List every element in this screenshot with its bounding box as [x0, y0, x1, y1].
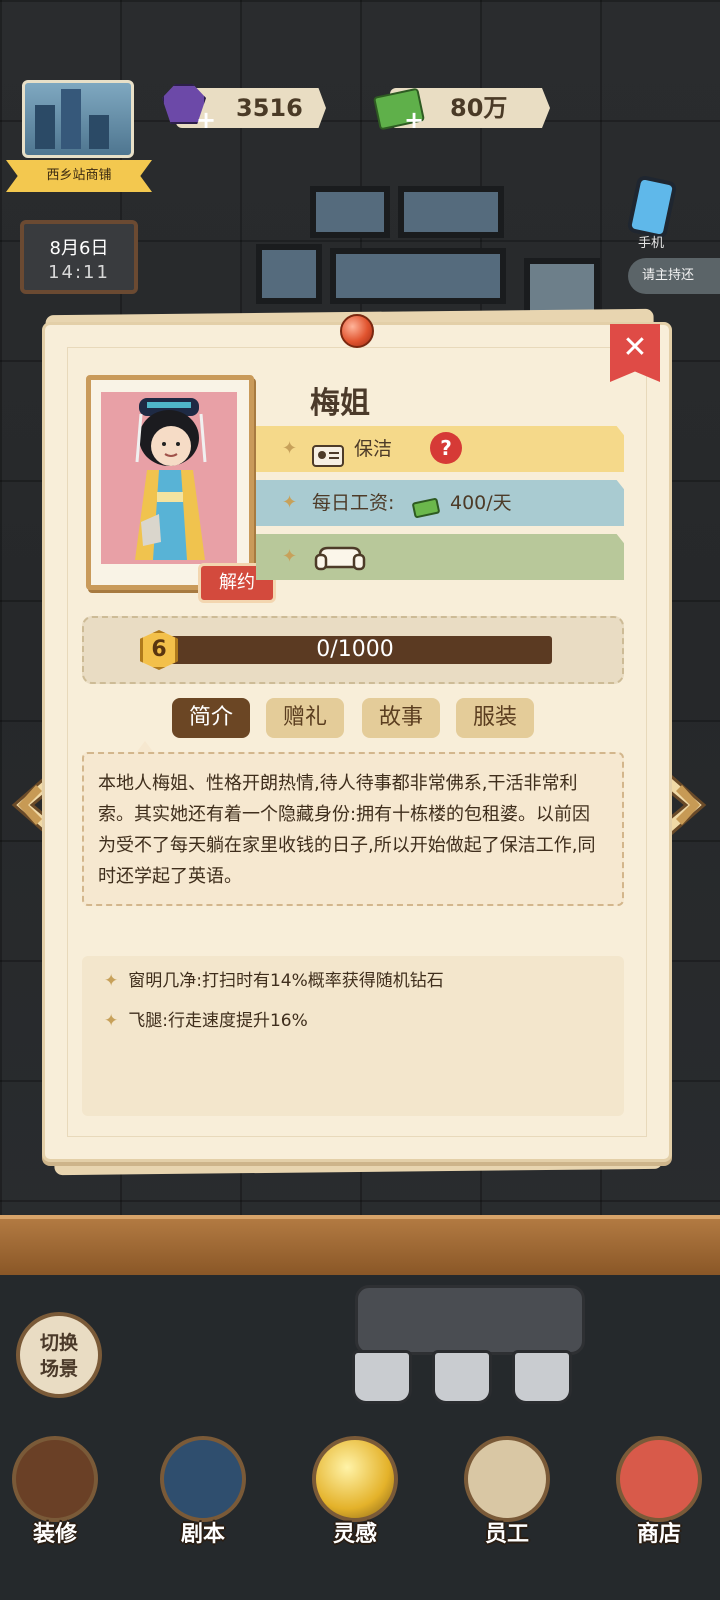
- pushpin-icon: [340, 314, 374, 348]
- nav-inspiration[interactable]: 灵感: [300, 1420, 410, 1570]
- nav-script[interactable]: 剧本: [148, 1420, 258, 1570]
- building-icon: [35, 105, 55, 149]
- shop-icon: [616, 1436, 702, 1522]
- exp-text: 0/1000: [316, 637, 394, 662]
- location-banner: 西乡站商铺: [6, 160, 152, 192]
- character-avatar-icon: [135, 398, 207, 560]
- trait-text: 飞腿:行走速度提升16%: [128, 1011, 308, 1031]
- sparkle-icon: ✦: [282, 492, 298, 513]
- nav-label: 剧本: [180, 1522, 225, 1547]
- traits-panel: ✦ 窗明几净:打扫时有14%概率获得随机钻石 ✦ 飞腿:行走速度提升16%: [82, 956, 624, 1116]
- nav-label: 灵感: [332, 1522, 377, 1547]
- tab-intro[interactable]: 简介: [172, 698, 250, 738]
- intro-text: 本地人梅姐、性格开朗热情,待人待事都非常佛系,干活非常利索。其实她还有着一个隐藏…: [98, 773, 596, 887]
- sparkle-icon: ✦: [282, 546, 298, 567]
- wage-ribbon: ✦ 每日工资: 400/天: [256, 480, 624, 526]
- help-icon[interactable]: ?: [430, 432, 462, 464]
- intro-panel: 本地人梅姐、性格开朗热情,待人待事都非常佛系,干活非常利索。其实她还有着一个隐藏…: [82, 752, 624, 906]
- switch-scene-line1: 切换: [39, 1332, 78, 1354]
- trait-text: 窗明几净:打扫时有14%概率获得随机钻石: [128, 971, 444, 991]
- tab-gift[interactable]: 赠礼: [266, 698, 344, 738]
- chair: [352, 1350, 412, 1404]
- wage-label: 每日工资:: [312, 492, 395, 514]
- chair: [512, 1350, 572, 1404]
- character-name: 梅姐: [310, 386, 370, 421]
- staff-card-icon: [464, 1436, 550, 1522]
- sparkle-icon: ✦: [104, 971, 119, 991]
- job-title: 保洁: [354, 438, 393, 460]
- character-portrait: [86, 375, 254, 590]
- sparkle-icon: ✦: [104, 1011, 119, 1031]
- store-thumbnail[interactable]: [22, 80, 134, 158]
- nav-decorate[interactable]: 装修: [0, 1420, 110, 1570]
- furniture-ribbon: ✦: [256, 534, 624, 580]
- gem-count: 3516: [236, 94, 303, 122]
- phone-label: 手机: [638, 236, 665, 251]
- time-text: 14:11: [48, 262, 110, 283]
- meeting-table: [355, 1285, 585, 1355]
- trait-item: ✦ 窗明几净:打扫时有14%概率获得随机钻石: [104, 966, 444, 991]
- cash-amount: 80万: [450, 94, 508, 122]
- portrait-background: [101, 392, 237, 564]
- nav-label: 装修: [32, 1522, 77, 1547]
- bulb-icon: [312, 1436, 398, 1522]
- date-text: 8月6日: [49, 238, 109, 259]
- nav-label: 员工: [484, 1522, 529, 1547]
- nav-label: 商店: [636, 1522, 681, 1547]
- close-icon: ✕: [622, 330, 648, 365]
- wall-picture: [310, 186, 390, 238]
- switch-scene-line2: 场景: [39, 1358, 78, 1380]
- nav-staff[interactable]: 员工: [452, 1420, 562, 1570]
- add-gems-icon[interactable]: +: [196, 106, 216, 134]
- notification-bubble[interactable]: 请主持还: [628, 258, 720, 294]
- trait-item: ✦ 飞腿:行走速度提升16%: [104, 1006, 308, 1031]
- wall-picture: [398, 186, 504, 238]
- chair: [432, 1350, 492, 1404]
- wage-value: 400/天: [450, 492, 512, 514]
- book-icon: [160, 1436, 246, 1522]
- house-icon: [12, 1436, 98, 1522]
- building-icon: [89, 115, 109, 149]
- wooden-counter: [0, 1215, 720, 1275]
- tab-outfit[interactable]: 服装: [456, 698, 534, 738]
- wall-picture: [330, 248, 506, 304]
- tab-story[interactable]: 故事: [362, 698, 440, 738]
- date-time-display: 8月6日 14:11: [20, 220, 138, 294]
- nav-shop[interactable]: 商店: [604, 1420, 714, 1570]
- building-icon: [61, 89, 81, 149]
- add-cash-icon[interactable]: +: [404, 106, 424, 134]
- wall-picture: [256, 244, 322, 304]
- sparkle-icon: ✦: [282, 438, 298, 459]
- switch-scene-button[interactable]: 切换 场景: [16, 1312, 102, 1398]
